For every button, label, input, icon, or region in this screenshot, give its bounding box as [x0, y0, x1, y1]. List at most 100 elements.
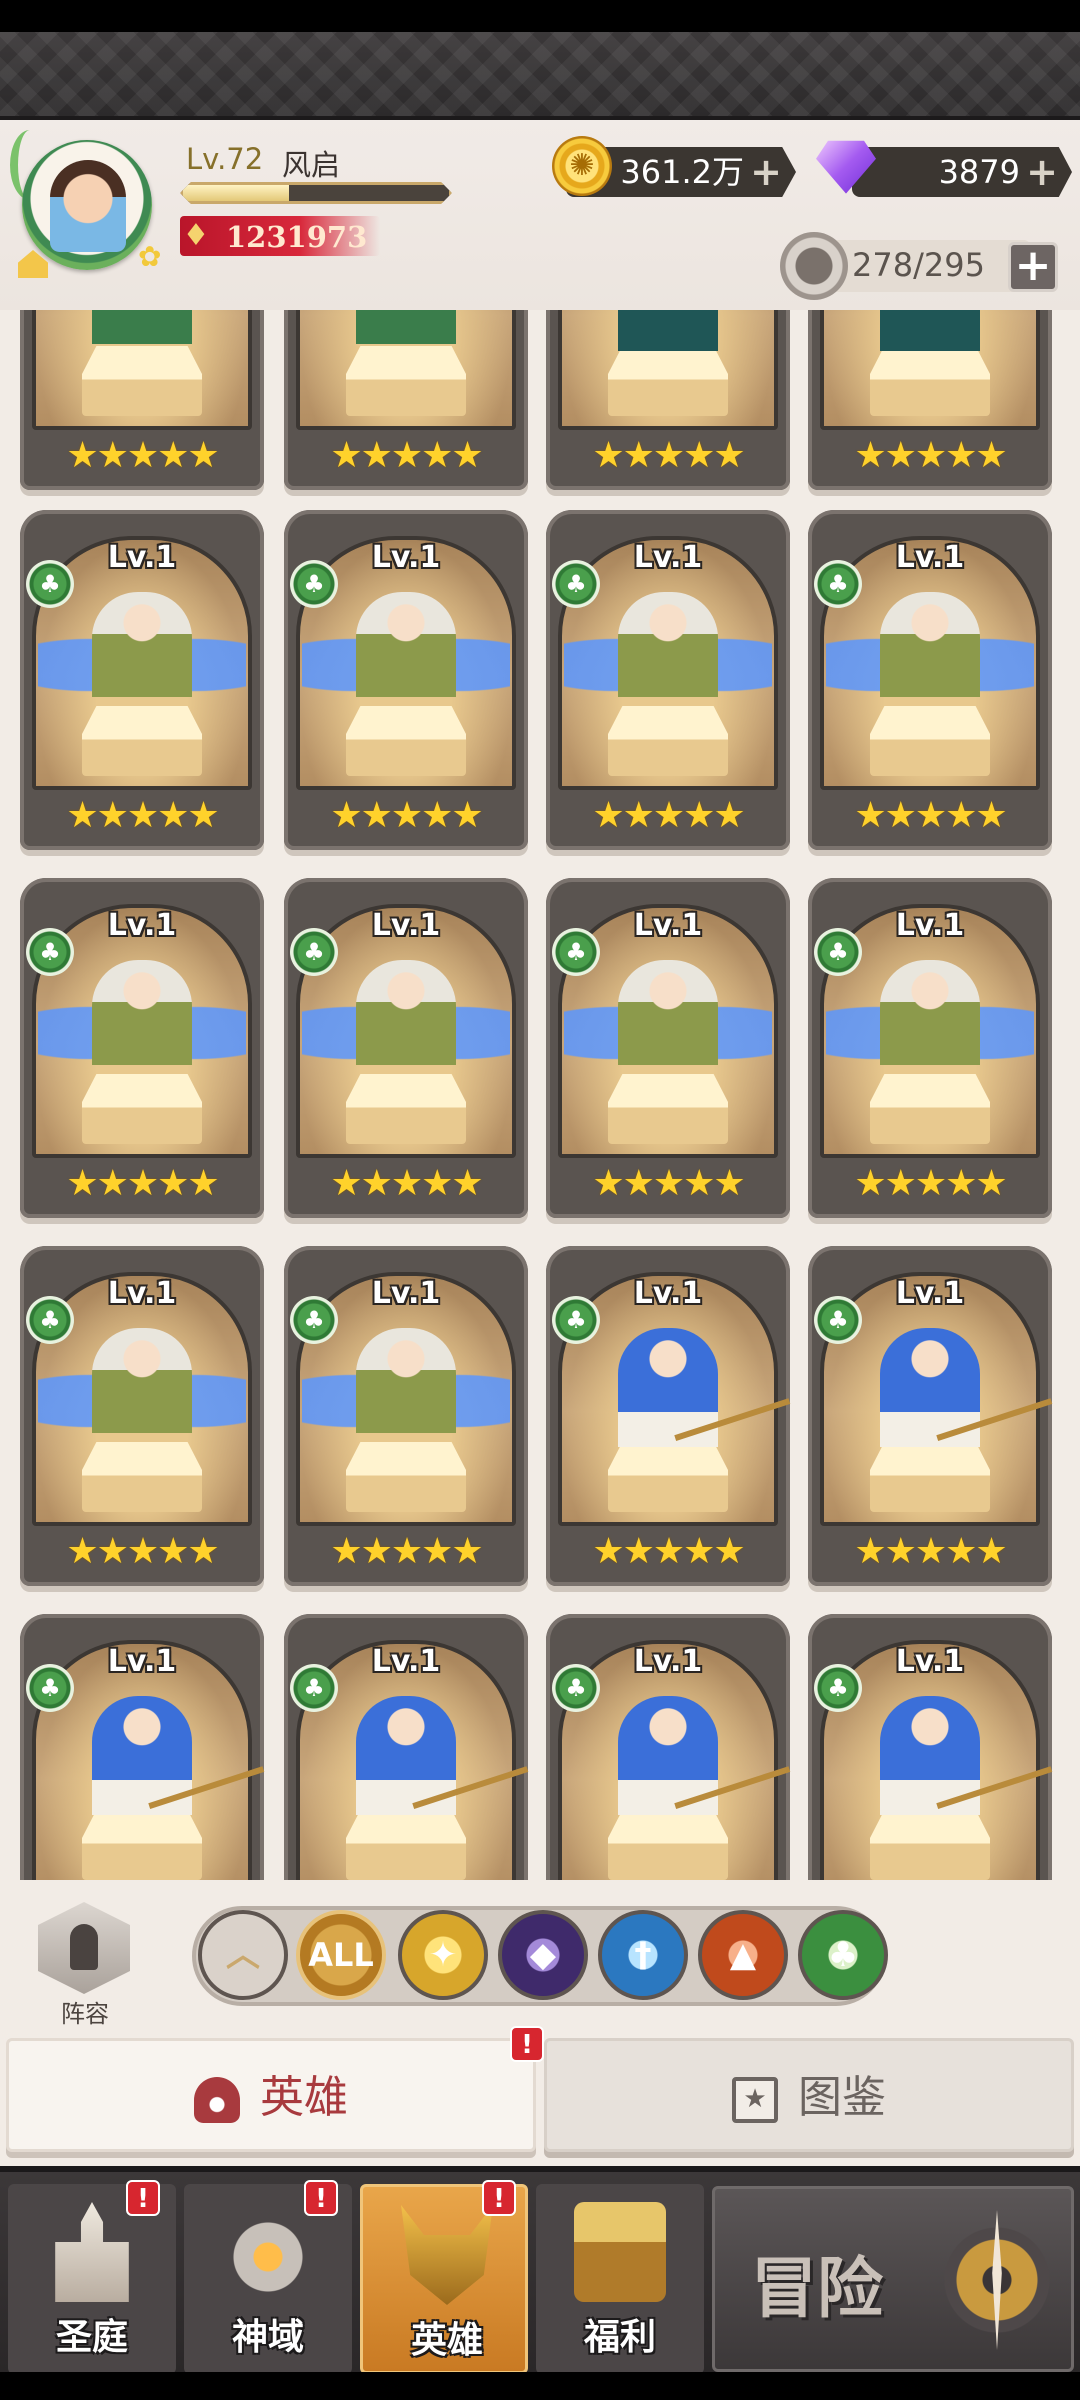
hero-sprite-fairy: [356, 1328, 456, 1468]
hero-card[interactable]: Lv.1 ♣ ★★★★★: [546, 878, 790, 1218]
hero-star-rating: ★★★★★: [854, 1531, 1007, 1572]
nav-item-welfare[interactable]: 福利: [536, 2184, 704, 2374]
player-avatar[interactable]: ✿: [10, 130, 162, 280]
nature-class-icon: ♣: [26, 928, 74, 976]
filter-bar: 阵容 ︿ ALL ✦ ◆ † ▲ ♣: [0, 1880, 1080, 2036]
codex-book-icon: ★: [732, 2077, 778, 2123]
gold-add-button[interactable]: +: [750, 147, 782, 197]
hero-slots-value: 278/295: [852, 246, 985, 284]
hero-star-rating: ★★★★★: [592, 1163, 745, 1204]
nature-class-icon: ♣: [552, 1296, 600, 1344]
hero-sprite-fairy: [92, 592, 192, 732]
nature-class-icon: ♣: [26, 560, 74, 608]
tab-codex-label: 图鉴: [798, 2072, 886, 2123]
gem-add-button[interactable]: +: [1026, 147, 1058, 197]
player-header: ✿ Lv.72 风启 ♦ 1231973 361.2万 + ✺ 3879 + 2…: [0, 120, 1080, 310]
nature-class-icon: ♣: [290, 928, 338, 976]
nature-class-icon: ♣: [814, 1296, 862, 1344]
hero-slots-add-button[interactable]: +: [1008, 242, 1058, 292]
nature-class-icon: ♣: [814, 1664, 862, 1712]
nature-class-icon: ♣: [552, 1664, 600, 1712]
nav-heroes-label: 英雄: [410, 2320, 483, 2361]
lineup-button[interactable]: 阵容: [30, 1902, 140, 2028]
hero-star-rating: ★★★★★: [330, 1531, 483, 1572]
nature-class-icon: ♣: [814, 560, 862, 608]
notification-badge: !: [482, 2180, 516, 2216]
hero-card[interactable]: ★★★★★: [808, 310, 1052, 490]
home-icon: [18, 250, 48, 278]
hero-sprite-harp: [618, 310, 718, 372]
hero-card[interactable]: Lv.1 ♣ ★★★★★: [546, 510, 790, 850]
xp-progress-bar: [180, 182, 452, 204]
hero-star-rating: ★★★★★: [854, 1163, 1007, 1204]
hero-card[interactable]: Lv.1 ♣ ★★★★★: [284, 510, 528, 850]
hero-star-rating: ★★★★★: [592, 795, 745, 836]
notification-badge: !: [126, 2180, 160, 2216]
nature-class-icon: ♣: [290, 560, 338, 608]
hero-card[interactable]: ★★★★★: [284, 310, 528, 490]
treasure-chest-icon: [574, 2202, 666, 2302]
notification-badge: !: [510, 2026, 544, 2062]
hero-card[interactable]: Lv.1 ♣: [284, 1614, 536, 1880]
hero-card[interactable]: Lv.1 ♣ ★★★★★: [808, 510, 1052, 850]
hero-star-rating: ★★★★★: [330, 795, 483, 836]
status-bar-strip: [0, 0, 1080, 32]
hero-grid[interactable]: ★★★★★ ★★★★★ ★★★★★ ★★★★★ Lv.1 ♣ ★★★★★ Lv.1 ♣ ★★★★★…: [0, 310, 1080, 1880]
hero-card[interactable]: Lv.1 ♣ ★★★★★: [284, 878, 528, 1218]
compass-icon: [927, 2205, 1067, 2355]
hero-star-rating: ★★★★★: [66, 435, 219, 476]
fire-element-icon[interactable]: ▲: [698, 1910, 788, 2000]
hero-star-rating: ★★★★★: [330, 435, 483, 476]
nav-realm-label: 神域: [231, 2317, 304, 2358]
nature-class-icon: ♣: [552, 560, 600, 608]
filter-all-button[interactable]: ALL: [296, 1910, 386, 2000]
hero-card[interactable]: Lv.1 ♣ ★★★★★: [808, 878, 1052, 1218]
lineup-label: 阵容: [61, 2000, 109, 2028]
player-name: 风启: [282, 148, 341, 182]
nature-class-icon: ♣: [814, 928, 862, 976]
hero-card[interactable]: Lv.1 ♣: [20, 1614, 272, 1880]
hero-sprite-fairy: [92, 960, 192, 1100]
crystal-altar-icon: [222, 2202, 314, 2302]
hero-sprite-girl: [92, 310, 192, 372]
hero-sprite-fairy: [880, 960, 980, 1100]
nav-court-label: 圣庭: [55, 2317, 128, 2358]
adventure-label: 冒险: [751, 2250, 883, 2327]
light-element-icon[interactable]: ✦: [398, 1910, 488, 2000]
dark-element-icon[interactable]: ◆: [498, 1910, 588, 2000]
hero-card[interactable]: Lv.1 ♣ ★★★★★: [284, 1246, 528, 1586]
hero-star-rating: ★★★★★: [66, 795, 219, 836]
gem-resource-pill[interactable]: 3879 +: [852, 147, 1072, 197]
bottom-nav: 圣庭 ! 神域 ! 英雄 ! 福利 冒险: [0, 2166, 1080, 2374]
hero-sprite-harp: [880, 310, 980, 372]
hero-helmet-icon: [194, 2077, 240, 2123]
nature-element-icon[interactable]: ♣: [798, 1910, 888, 2000]
hero-card[interactable]: Lv.1 ♣ ★★★★★: [20, 510, 264, 850]
hero-star-rating: ★★★★★: [66, 1163, 219, 1204]
tab-heroes[interactable]: 英雄: [6, 2038, 536, 2152]
sort-up-icon[interactable]: ︿: [198, 1910, 288, 2000]
nature-class-icon: ♣: [26, 1664, 74, 1712]
hero-card[interactable]: Lv.1 ♣ ★★★★★: [808, 1246, 1060, 1586]
adventure-button[interactable]: 冒险: [712, 2186, 1074, 2372]
hero-card[interactable]: Lv.1 ♣ ★★★★★: [546, 1246, 798, 1586]
gem-amount: 3879: [938, 153, 1020, 191]
water-element-icon[interactable]: †: [598, 1910, 688, 2000]
combat-power-value: 1231973: [226, 220, 368, 254]
hero-sprite-fairy: [880, 592, 980, 732]
hero-card[interactable]: Lv.1 ♣: [808, 1614, 1060, 1880]
hero-card[interactable]: ★★★★★: [20, 310, 264, 490]
hero-slots-icon: [780, 232, 848, 300]
avatar-portrait: [50, 160, 126, 252]
hero-card[interactable]: ★★★★★: [546, 310, 790, 490]
cathedral-icon: [55, 2202, 129, 2302]
hero-star-rating: ★★★★★: [66, 1531, 219, 1572]
hero-card[interactable]: Lv.1 ♣ ★★★★★: [20, 878, 264, 1218]
hero-sprite-fairy: [92, 1328, 192, 1468]
tab-codex[interactable]: ★ 图鉴: [544, 2038, 1074, 2152]
hero-card[interactable]: Lv.1 ♣: [546, 1614, 798, 1880]
flower-icon: ✿: [138, 240, 162, 273]
hero-card[interactable]: Lv.1 ♣ ★★★★★: [20, 1246, 264, 1586]
hero-sprite-fairy: [618, 960, 718, 1100]
nature-class-icon: ♣: [552, 928, 600, 976]
